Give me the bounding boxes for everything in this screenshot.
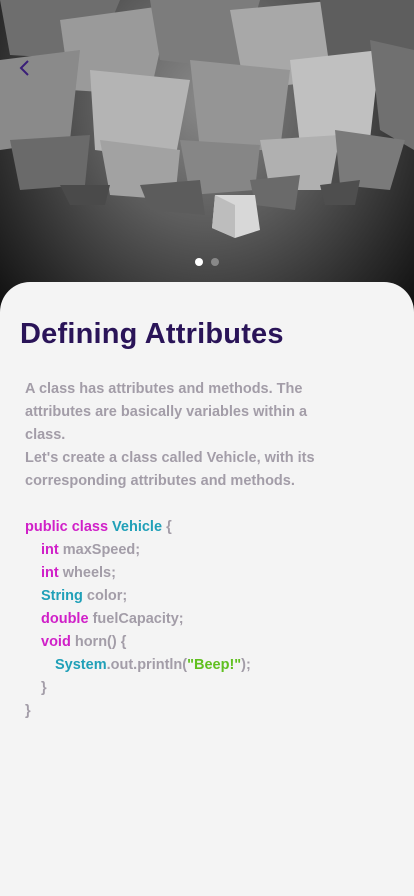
lesson-paragraph: A class has attributes and methods. The …: [25, 381, 308, 443]
carousel-indicator: [0, 258, 414, 266]
abstract-cubes-image: [0, 0, 414, 238]
code-line: }: [25, 703, 31, 719]
code-line: double fuelCapacity;: [41, 611, 184, 627]
code-line: String color;: [41, 588, 128, 604]
code-block: public class Vehicle { int maxSpeed; int…: [25, 516, 251, 723]
lesson-description: A class has attributes and methods. The …: [25, 378, 315, 493]
code-line: System.out.println("Beep!");: [55, 657, 251, 673]
hero-image: [0, 0, 414, 330]
code-line: }: [41, 680, 47, 696]
chevron-left-icon: [19, 60, 29, 76]
code-line: void horn() {: [41, 634, 127, 650]
code-line: int wheels;: [41, 565, 116, 581]
back-button[interactable]: [12, 56, 36, 80]
lesson-title: Defining Attributes: [20, 318, 284, 350]
code-line: int maxSpeed;: [41, 542, 141, 558]
code-line: public class Vehicle {: [25, 519, 172, 535]
carousel-dot[interactable]: [211, 258, 219, 266]
carousel-dot-active[interactable]: [195, 258, 203, 266]
lesson-card: Defining Attributes A class has attribut…: [0, 282, 414, 896]
lesson-paragraph: Let's create a class called Vehicle, wit…: [25, 450, 315, 489]
